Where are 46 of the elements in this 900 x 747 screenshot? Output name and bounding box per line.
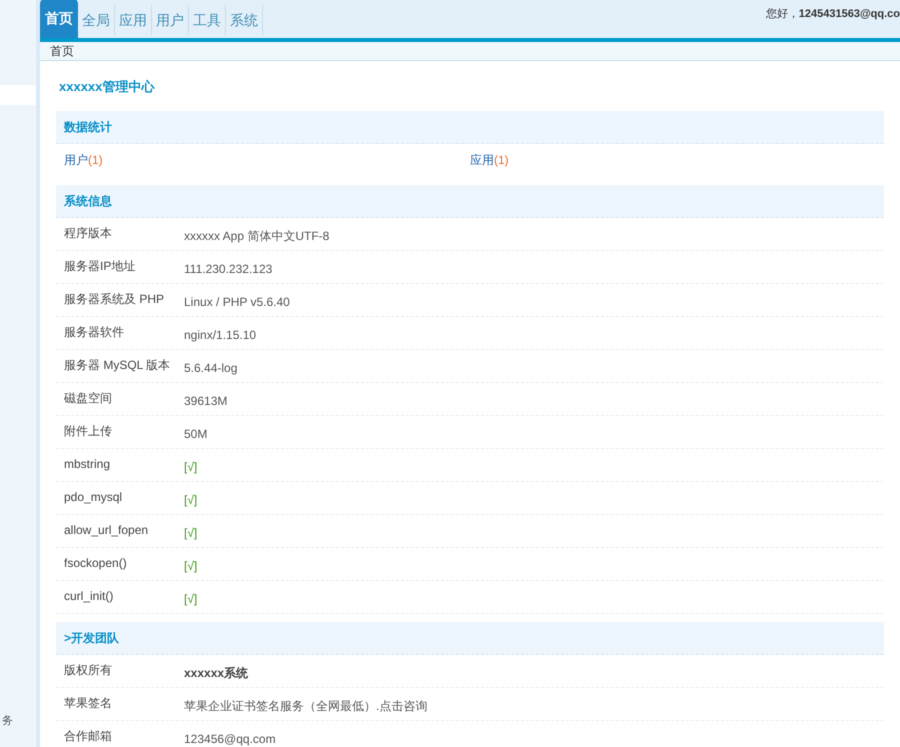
info-value: 111.230.232.123	[184, 260, 272, 278]
info-label: pdo_mysql	[64, 488, 124, 506]
info-label: fsockopen()	[64, 554, 128, 572]
stat-link[interactable]: 用户(1)	[64, 153, 103, 167]
nav-tab[interactable]: 应用	[115, 5, 152, 35]
info-value: 50M	[184, 426, 208, 442]
info-value: xxxxxx系统	[184, 664, 248, 682]
info-label: allow_url_fopen	[64, 522, 150, 538]
info-label: 苹果签名	[64, 694, 113, 712]
info-label: 服务器IP地址	[64, 258, 136, 274]
check-status: [√]	[184, 458, 198, 476]
breadcrumb[interactable]: 首页	[50, 42, 74, 60]
nav-tab[interactable]: 全局	[78, 5, 115, 35]
sidebar-item[interactable]: 务	[2, 712, 36, 729]
info-label: 服务器 MySQL 版本	[64, 356, 172, 374]
check-status: [√]	[184, 558, 198, 574]
info-label: 磁盘空间	[64, 390, 113, 406]
nav-tab[interactable]: 系统	[226, 5, 263, 35]
section-header: 数据统计	[56, 110, 884, 144]
info-label: 服务器软件	[64, 324, 125, 340]
page-title: xxxxxx管理中心	[59, 78, 156, 96]
nav-tab[interactable]: 首页	[40, 0, 78, 38]
info-label: 程序版本	[64, 224, 113, 242]
check-status: [√]	[184, 524, 198, 542]
info-label: curl_init()	[64, 588, 114, 604]
section-header: >开发团队	[56, 622, 884, 654]
selected-menu-highlight	[0, 85, 36, 105]
info-value: 5.6.44-log	[184, 360, 238, 376]
info-label: mbstring	[64, 456, 112, 472]
info-label: 版权所有	[64, 662, 113, 678]
info-value: 苹果企业证书签名服务（全网最低）.点击咨询	[184, 698, 428, 714]
check-status: [√]	[184, 590, 198, 608]
greeting: 您好，1245431563@qq.co	[766, 7, 900, 22]
section-header: 系统信息	[56, 184, 884, 218]
info-value: 123456@qq.com	[184, 730, 276, 747]
info-value: Linux / PHP v5.6.40	[184, 294, 290, 310]
info-label: 服务器系统及 PHP	[64, 290, 166, 308]
nav-tab[interactable]: 用户	[152, 5, 189, 35]
info-label: 附件上传	[64, 422, 113, 440]
info-value: xxxxxx App 简体中文UTF-8	[184, 228, 330, 244]
stat-link[interactable]: 应用(1)	[470, 153, 509, 167]
check-status: [√]	[184, 492, 198, 508]
info-label: 合作邮箱	[64, 728, 113, 744]
info-value: nginx/1.15.10	[184, 326, 256, 344]
info-value: 39613M	[184, 392, 228, 410]
nav-tab[interactable]: 工具	[189, 5, 226, 35]
